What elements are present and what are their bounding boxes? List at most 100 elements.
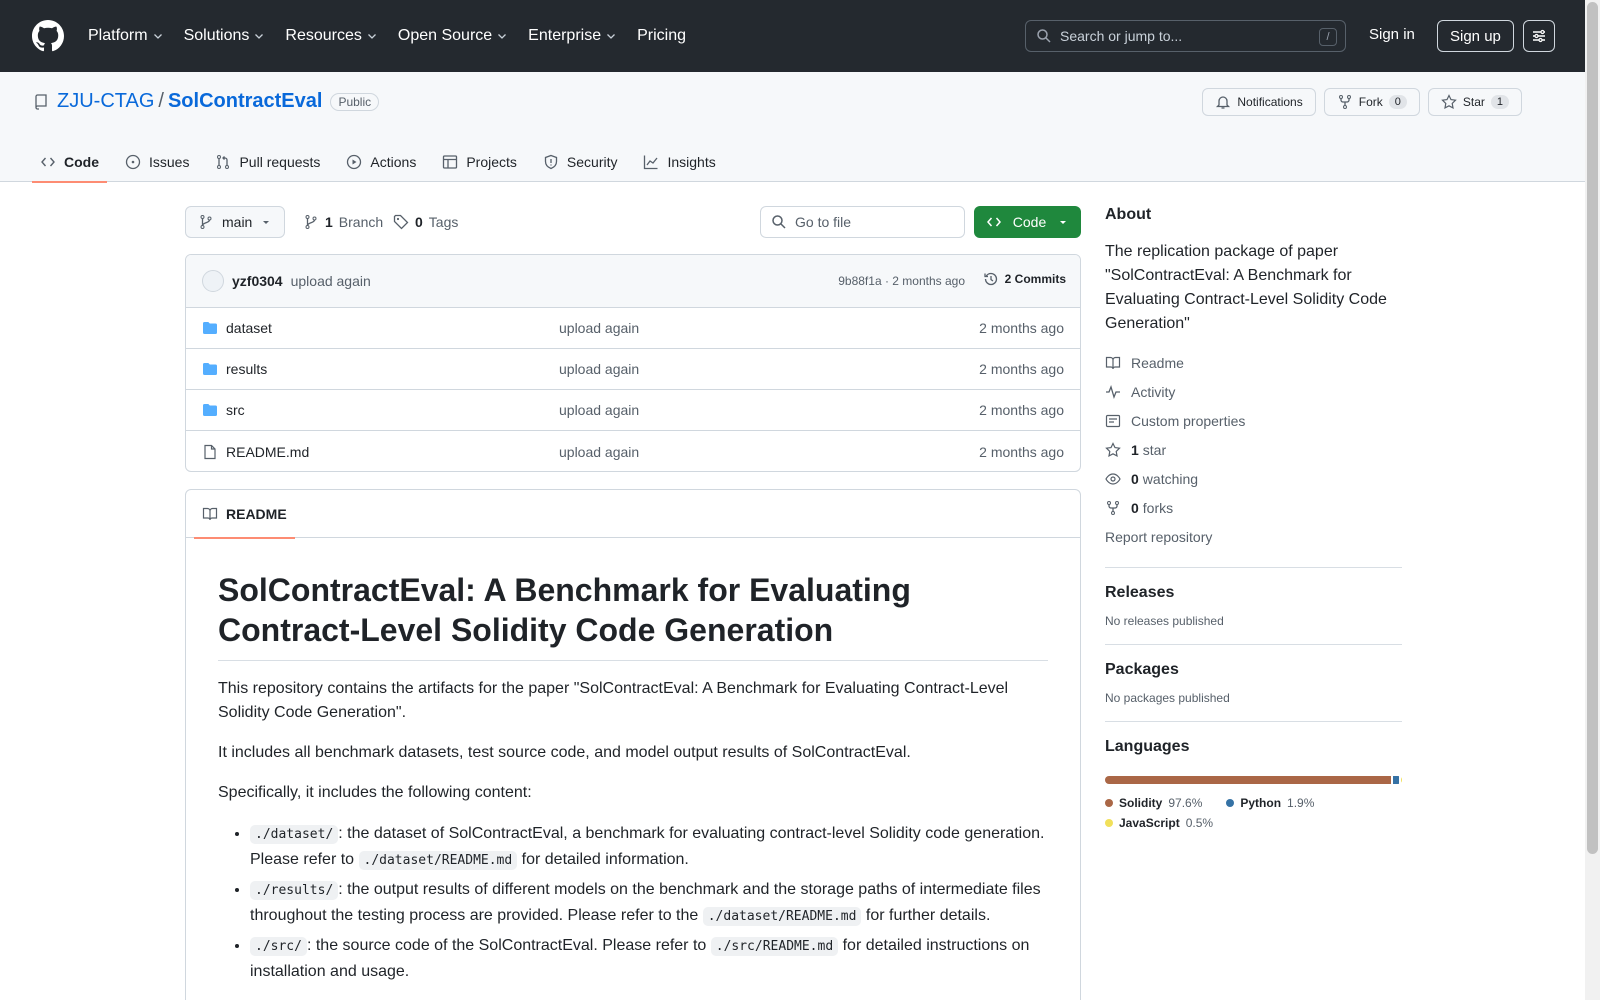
- file-time: 2 months ago: [979, 320, 1064, 336]
- releases-heading[interactable]: Releases: [1105, 584, 1402, 602]
- language-name: Python: [1240, 796, 1282, 810]
- commits-count-label: 2 Commits: [1004, 272, 1066, 286]
- inline-code: ./dataset/README.md: [358, 851, 518, 870]
- main-nav: Platform Solutions Resources Open Source…: [88, 27, 706, 45]
- fork-label: Fork: [1358, 95, 1383, 109]
- fork-icon: [1338, 95, 1351, 109]
- language-bar-segment: [1392, 776, 1399, 784]
- file-commit-message[interactable]: upload again: [559, 320, 639, 336]
- caret-down-icon: [263, 221, 270, 224]
- readme-tab-bar: README: [186, 490, 1080, 539]
- visibility-badge: Public: [330, 92, 380, 111]
- page-scrollbar[interactable]: [1585, 0, 1600, 1000]
- tab-actions-label: Actions: [370, 154, 417, 170]
- chevron-down-icon: [367, 34, 376, 39]
- forks-link[interactable]: 0 forks: [1105, 493, 1402, 522]
- tab-readme[interactable]: README: [194, 490, 295, 539]
- repo-name-link[interactable]: SolContractEval: [168, 90, 322, 113]
- report-repository-link[interactable]: Report repository: [1105, 522, 1402, 551]
- file-name[interactable]: README.md: [226, 444, 309, 460]
- fork-button[interactable]: Fork 0: [1323, 88, 1420, 116]
- go-to-file-input[interactable]: Go to file: [760, 206, 965, 238]
- table-row[interactable]: src upload again 2 months ago: [186, 390, 1080, 431]
- branch-selector[interactable]: main: [185, 206, 286, 238]
- global-header: Platform Solutions Resources Open Source…: [0, 0, 1585, 72]
- shield-icon: [544, 154, 558, 170]
- readme-list: ./dataset/: the dataset of SolContractEv…: [218, 821, 1048, 984]
- nav-pricing[interactable]: Pricing: [637, 27, 686, 45]
- custom-properties-link[interactable]: Custom properties: [1105, 406, 1402, 435]
- go-to-file-placeholder: Go to file: [795, 214, 852, 230]
- note-icon: [1105, 414, 1121, 427]
- nav-enterprise[interactable]: Enterprise: [528, 27, 617, 45]
- readme-link[interactable]: Readme: [1105, 348, 1402, 377]
- nav-platform[interactable]: Platform: [88, 27, 164, 45]
- language-bar-segment: [1400, 776, 1402, 784]
- folder-icon: [203, 404, 217, 416]
- repo-tabs: Code Issues Pull requests Actions Projec…: [32, 142, 734, 183]
- readme-paragraph: Specifically, it includes the following …: [218, 784, 532, 801]
- commit-meta[interactable]: 9b88f1a · 2 months ago: [838, 274, 965, 288]
- packages-heading[interactable]: Packages: [1105, 661, 1402, 679]
- sign-up-button[interactable]: Sign up: [1437, 20, 1514, 52]
- chevron-down-icon: [255, 34, 264, 39]
- commit-message[interactable]: upload again: [291, 273, 371, 289]
- tab-security[interactable]: Security: [535, 142, 626, 182]
- readme-tab-label: README: [226, 506, 287, 522]
- star-button[interactable]: Star 1: [1427, 88, 1522, 116]
- branch-count: 1: [325, 214, 333, 230]
- stars-link[interactable]: 1 star: [1105, 435, 1402, 464]
- tab-insights[interactable]: Insights: [635, 142, 723, 182]
- tab-code[interactable]: Code: [32, 142, 107, 183]
- side-menu-button[interactable]: [1523, 20, 1555, 52]
- chevron-down-icon: [607, 34, 616, 39]
- branch-name: main: [222, 214, 253, 230]
- commits-link[interactable]: 2 Commits: [983, 271, 1066, 287]
- list-item: ./src/: the source code of the SolContra…: [250, 933, 1048, 984]
- tab-pull-requests[interactable]: Pull requests: [207, 142, 328, 182]
- nav-resources[interactable]: Resources: [285, 27, 377, 45]
- search-input[interactable]: Search or jump to... /: [1025, 20, 1346, 52]
- nav-open-source[interactable]: Open Source: [398, 27, 508, 45]
- readme-panel: README SolContractEval: A Benchmark for …: [185, 489, 1081, 1000]
- avatar[interactable]: [202, 270, 224, 292]
- commit-author[interactable]: yzf0304: [232, 273, 283, 289]
- tag-icon: [393, 214, 409, 230]
- watchers-link[interactable]: 0 watching: [1105, 464, 1402, 493]
- language-percent: 0.5%: [1185, 816, 1214, 830]
- language-item[interactable]: Solidity 97.6%: [1105, 796, 1202, 810]
- inline-code: ./src/README.md: [710, 937, 839, 956]
- file-name[interactable]: src: [226, 402, 245, 418]
- file-name[interactable]: results: [226, 361, 267, 377]
- activity-link[interactable]: Activity: [1105, 377, 1402, 406]
- language-item[interactable]: JavaScript 0.5%: [1105, 816, 1213, 830]
- branches-link[interactable]: 1 Branch: [303, 214, 383, 230]
- branch-icon: [305, 215, 317, 229]
- repo-owner-link[interactable]: ZJU-CTAG: [57, 90, 154, 113]
- scrollbar-thumb[interactable]: [1587, 2, 1598, 854]
- sign-in-link[interactable]: Sign in: [1369, 26, 1415, 43]
- file-name[interactable]: dataset: [226, 320, 272, 336]
- code-dropdown-button[interactable]: Code: [974, 206, 1081, 238]
- file-time: 2 months ago: [979, 443, 1064, 460]
- readme-paragraph: It includes all benchmark datasets, test…: [218, 744, 911, 761]
- github-logo-icon[interactable]: [32, 20, 64, 52]
- notifications-button[interactable]: Notifications: [1202, 88, 1316, 116]
- tab-issues[interactable]: Issues: [117, 142, 197, 182]
- table-row[interactable]: results upload again 2 months ago: [186, 349, 1080, 390]
- tags-link[interactable]: 0 Tags: [393, 214, 458, 230]
- eye-icon: [1105, 472, 1121, 485]
- table-row[interactable]: README.md upload again 2 months ago: [186, 431, 1080, 471]
- file-commit-message[interactable]: upload again: [559, 402, 639, 418]
- file-commit-message[interactable]: upload again: [559, 444, 639, 460]
- language-bar-segment: [1105, 776, 1391, 784]
- divider: [1105, 721, 1402, 722]
- language-item[interactable]: Python 1.9%: [1226, 796, 1314, 810]
- tab-projects[interactable]: Projects: [434, 142, 525, 182]
- file-commit-message[interactable]: upload again: [559, 361, 639, 377]
- nav-solutions[interactable]: Solutions: [184, 27, 266, 45]
- search-placeholder: Search or jump to...: [1060, 28, 1183, 44]
- tab-actions[interactable]: Actions: [338, 142, 424, 182]
- branch-icon: [200, 215, 212, 229]
- table-row[interactable]: dataset upload again 2 months ago: [186, 308, 1080, 349]
